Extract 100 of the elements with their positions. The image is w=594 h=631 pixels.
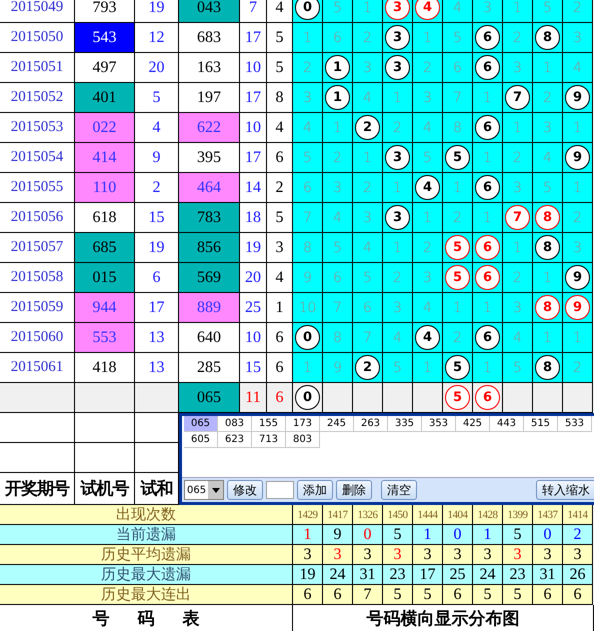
number-item[interactable]: 443 <box>496 418 516 429</box>
transfer-button[interactable]: 转入缩水 <box>536 480 594 500</box>
stat-value: 7 <box>364 586 372 604</box>
digit-ball: 8 <box>535 235 560 260</box>
miss-count: 1 <box>393 90 402 106</box>
add-button[interactable]: 添加 <box>297 480 334 500</box>
miss-count: 1 <box>423 210 432 226</box>
span-value: 6 <box>276 388 284 406</box>
draw-number: 640 <box>197 328 221 346</box>
digit-ball: 5 <box>445 385 470 410</box>
number-item[interactable]: 173 <box>292 418 312 429</box>
digit-ball: 6 <box>475 325 500 350</box>
number-select[interactable]: 065 <box>184 480 224 500</box>
miss-count: 1 <box>483 210 492 226</box>
miss-count: 2 <box>453 330 462 346</box>
span-value: 8 <box>276 88 284 106</box>
number-item[interactable]: 713 <box>258 434 278 445</box>
draw-number: 395 <box>197 148 221 166</box>
trial-number: 793 <box>92 0 116 16</box>
number-item[interactable]: 083 <box>224 418 244 429</box>
number-item[interactable]: 245 <box>326 418 346 429</box>
number-input[interactable] <box>266 481 294 499</box>
miss-count: 3 <box>363 60 372 76</box>
number-item[interactable]: 263 <box>360 418 380 429</box>
miss-count: 3 <box>363 210 372 226</box>
miss-count: 5 <box>453 30 462 46</box>
digit-ball: 6 <box>475 175 500 200</box>
miss-count: 4 <box>303 120 312 136</box>
miss-count: 2 <box>453 210 462 226</box>
number-item[interactable]: 425 <box>462 418 482 429</box>
draw-number: 285 <box>197 358 221 376</box>
period-number: 2015051 <box>10 59 64 76</box>
stat-value: 3 <box>304 546 312 564</box>
sum-value: 7 <box>249 0 257 16</box>
miss-count: 2 <box>573 0 582 16</box>
trial-number: 497 <box>92 58 116 76</box>
number-item[interactable]: 605 <box>190 434 210 445</box>
stat-value: 1429 <box>298 508 318 520</box>
number-item[interactable]: 623 <box>224 434 244 445</box>
digit-ball: 8 <box>535 205 560 230</box>
delete-button[interactable]: 删除 <box>336 480 372 500</box>
number-item[interactable]: 533 <box>564 418 584 429</box>
miss-count: 3 <box>513 60 522 76</box>
miss-count: 2 <box>303 60 312 76</box>
number-item[interactable]: 515 <box>530 418 550 429</box>
clear-button[interactable]: 清空 <box>381 480 418 500</box>
stat-value: 24 <box>480 566 496 584</box>
miss-count: 3 <box>483 0 492 16</box>
sum-value: 14 <box>245 178 261 196</box>
stat-value: 31 <box>360 566 376 584</box>
miss-count: 1 <box>303 30 312 46</box>
trial-sum: 17 <box>148 298 164 316</box>
period-number: 2015050 <box>10 29 64 46</box>
draw-number: 856 <box>197 238 221 256</box>
miss-count: 7 <box>453 90 462 106</box>
span-value: 3 <box>276 238 284 256</box>
stat-value: 3 <box>454 546 462 564</box>
number-item[interactable]: 353 <box>428 418 448 429</box>
stat-label: 历史平均遗漏 <box>101 545 191 564</box>
miss-count: 3 <box>543 120 552 136</box>
span-value: 1 <box>276 298 284 316</box>
stat-label: 当前遗漏 <box>116 525 176 544</box>
miss-count: 5 <box>303 150 312 166</box>
sum-value: 10 <box>245 118 261 136</box>
digit-ball: 3 <box>385 205 410 230</box>
miss-count: 2 <box>513 270 522 286</box>
digit-ball: 5 <box>445 355 470 380</box>
number-item[interactable]: 065 <box>190 418 210 429</box>
sum-value: 18 <box>245 208 261 226</box>
period-number: 2015058 <box>10 269 64 286</box>
miss-count: 6 <box>333 270 342 286</box>
trial-number: 618 <box>92 208 116 226</box>
stat-label: 出现次数 <box>116 505 176 524</box>
miss-count: 1 <box>513 120 522 136</box>
sum-value: 19 <box>245 238 261 256</box>
stat-value: 3 <box>574 546 582 564</box>
trial-sum: 15 <box>148 208 164 226</box>
number-item[interactable]: 803 <box>292 434 312 445</box>
number-item[interactable]: 155 <box>258 418 278 429</box>
caret-icon <box>212 488 220 492</box>
sum-value: 15 <box>245 358 261 376</box>
miss-count: 5 <box>333 0 342 16</box>
miss-count: 9 <box>303 270 312 286</box>
number-item[interactable]: 335 <box>394 418 414 429</box>
trial-number: 414 <box>92 148 116 166</box>
table-title: 号 码 表 <box>92 608 200 630</box>
stat-value: 6 <box>574 586 582 604</box>
stat-value: 5 <box>394 586 402 604</box>
stat-value: 5 <box>514 586 522 604</box>
miss-count: 1 <box>483 150 492 166</box>
miss-count: 4 <box>423 300 432 316</box>
trial-number: 418 <box>92 358 116 376</box>
miss-count: 4 <box>543 150 552 166</box>
digit-ball: 2 <box>355 115 380 140</box>
modify-button[interactable]: 修改 <box>227 480 264 500</box>
miss-count: 4 <box>573 60 582 76</box>
miss-count: 2 <box>393 270 402 286</box>
stat-value: 31 <box>540 566 556 584</box>
stat-value: 1 <box>424 526 432 544</box>
draw-number: 622 <box>197 118 221 136</box>
